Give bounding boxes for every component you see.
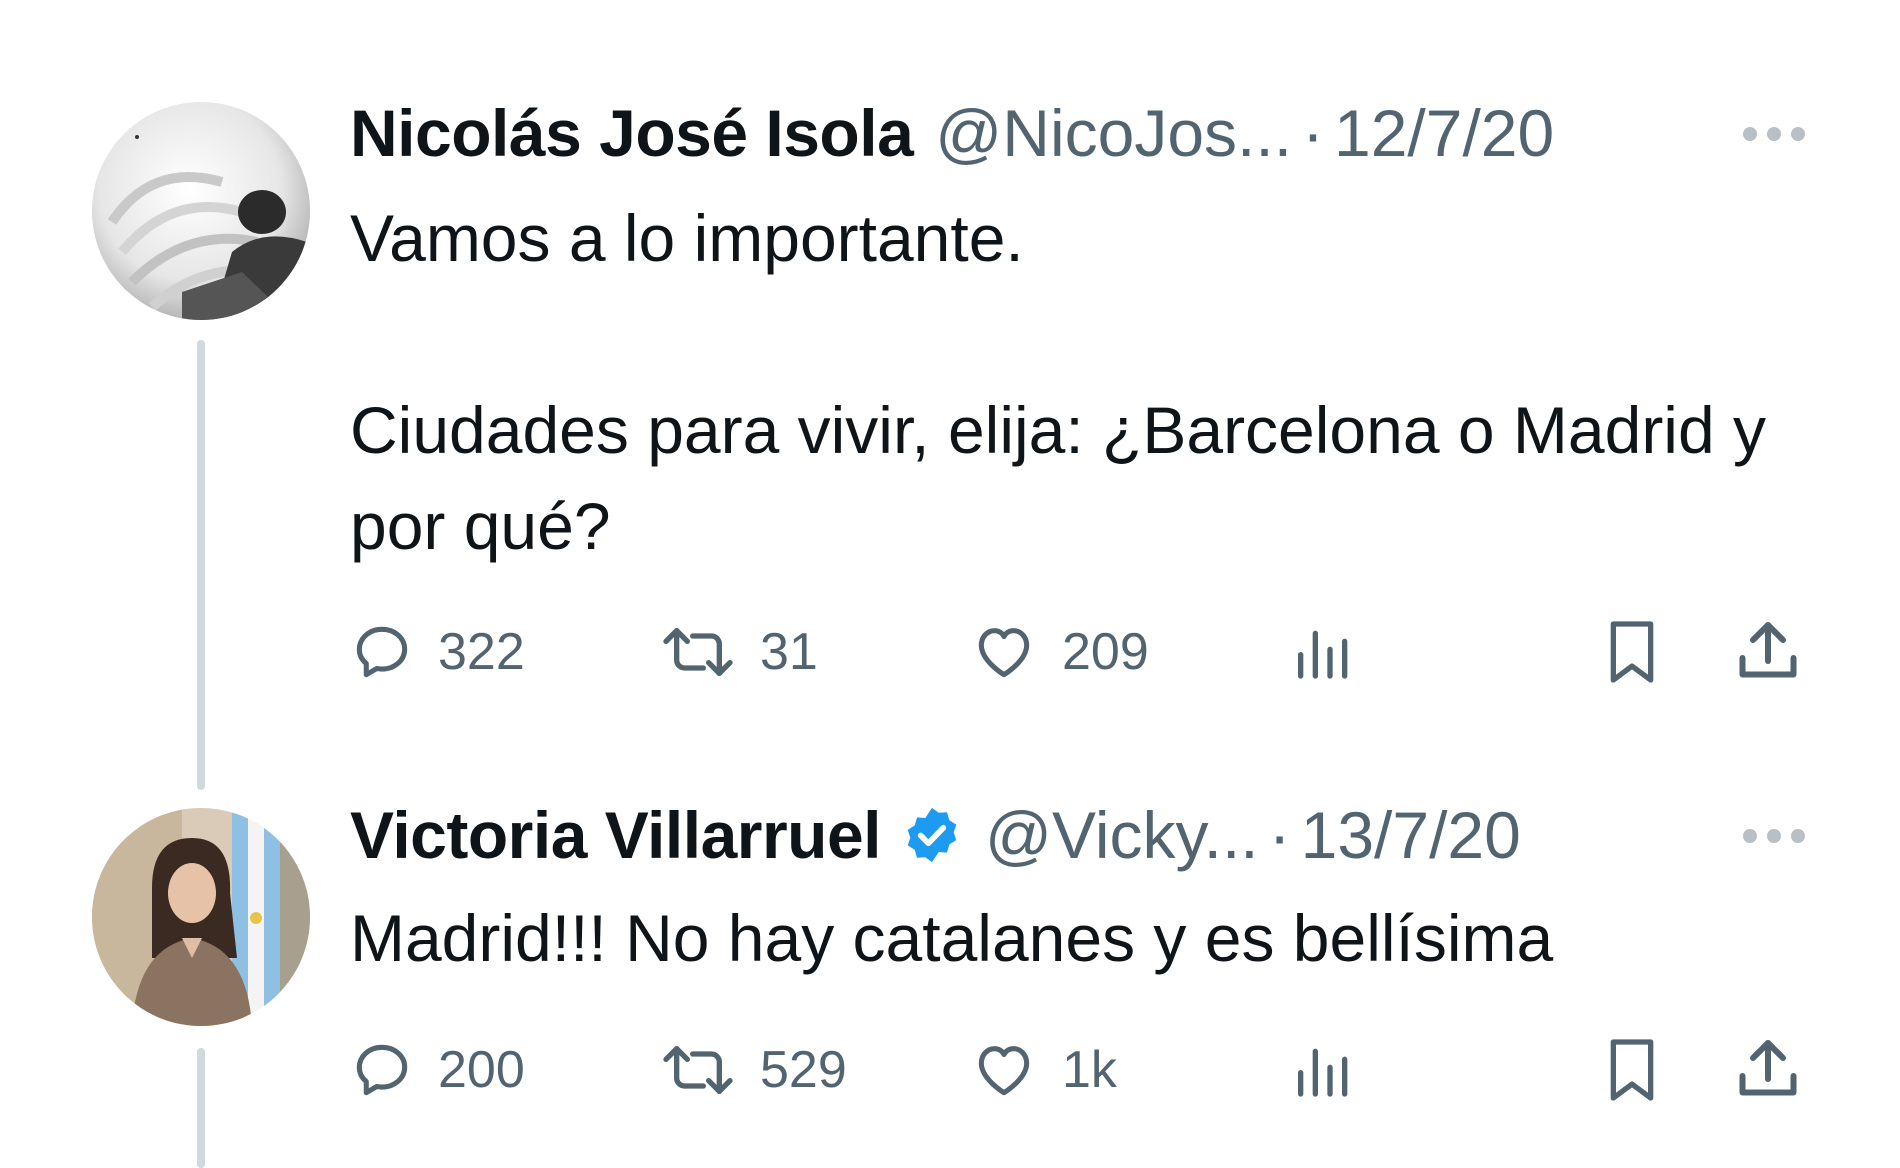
tweet-date[interactable]: 12/7/20 <box>1334 100 1554 166</box>
like-button[interactable]: 209 <box>970 612 1149 692</box>
reply-button[interactable]: 200 <box>350 1030 525 1110</box>
retweet-icon <box>660 620 736 684</box>
separator-dot: · <box>1268 798 1291 872</box>
share-button[interactable] <box>1732 1030 1804 1110</box>
tweet-text: Madrid!!! No hay catalanes y es bellísim… <box>350 901 1554 975</box>
more-icon[interactable] <box>1740 826 1808 846</box>
share-icon <box>1732 616 1804 688</box>
heart-icon <box>970 1038 1038 1102</box>
tweet-actions: 322 31 209 <box>350 612 1810 692</box>
views-icon <box>1290 620 1354 684</box>
tweet-actions: 200 529 1k <box>350 1030 1810 1110</box>
views-button[interactable] <box>1290 612 1354 692</box>
like-count: 209 <box>1062 623 1149 681</box>
heart-icon <box>970 620 1038 684</box>
like-button[interactable]: 1k <box>970 1030 1117 1110</box>
retweet-button[interactable]: 31 <box>660 612 818 692</box>
bookmark-button[interactable] <box>1600 1030 1664 1110</box>
views-icon <box>1290 1038 1354 1102</box>
tweet-date[interactable]: 13/7/20 <box>1301 802 1521 868</box>
tweet-header: Nicolás José Isola @NicoJos... · 12/7/20 <box>350 88 1554 178</box>
avatar[interactable] <box>92 808 310 1026</box>
bookmark-icon <box>1600 1034 1664 1106</box>
retweet-button[interactable]: 529 <box>660 1030 847 1110</box>
verified-badge-icon <box>901 804 963 866</box>
share-icon <box>1732 1034 1804 1106</box>
tweet-header: Victoria Villarruel @Vicky... · 13/7/20 <box>350 790 1521 880</box>
user-name[interactable]: Victoria Villarruel <box>350 802 882 868</box>
bookmark-button[interactable] <box>1600 612 1664 692</box>
reply-count: 200 <box>438 1041 525 1099</box>
more-icon[interactable] <box>1740 124 1808 144</box>
retweet-count: 31 <box>760 623 818 681</box>
bookmark-icon <box>1600 616 1664 688</box>
retweet-count: 529 <box>760 1041 847 1099</box>
share-button[interactable] <box>1732 612 1804 692</box>
views-button[interactable] <box>1290 1030 1354 1110</box>
tweet-text: Vamos a lo importante. Ciudades para viv… <box>350 201 1767 563</box>
reply-icon <box>350 1038 414 1102</box>
reply-count: 322 <box>438 623 525 681</box>
separator-dot: · <box>1302 96 1325 170</box>
like-count: 1k <box>1062 1041 1117 1099</box>
tweet[interactable]: Victoria Villarruel @Vicky... · 13/7/20 … <box>0 790 1900 1152</box>
tweet[interactable]: Nicolás José Isola @NicoJos... · 12/7/20… <box>0 0 1900 790</box>
avatar[interactable] <box>92 102 310 320</box>
user-name[interactable]: Nicolás José Isola <box>350 100 914 166</box>
reply-button[interactable]: 322 <box>350 612 525 692</box>
user-handle[interactable]: @NicoJos... <box>935 100 1292 166</box>
reply-icon <box>350 620 414 684</box>
retweet-icon <box>660 1038 736 1102</box>
user-handle[interactable]: @Vicky... <box>985 802 1259 868</box>
